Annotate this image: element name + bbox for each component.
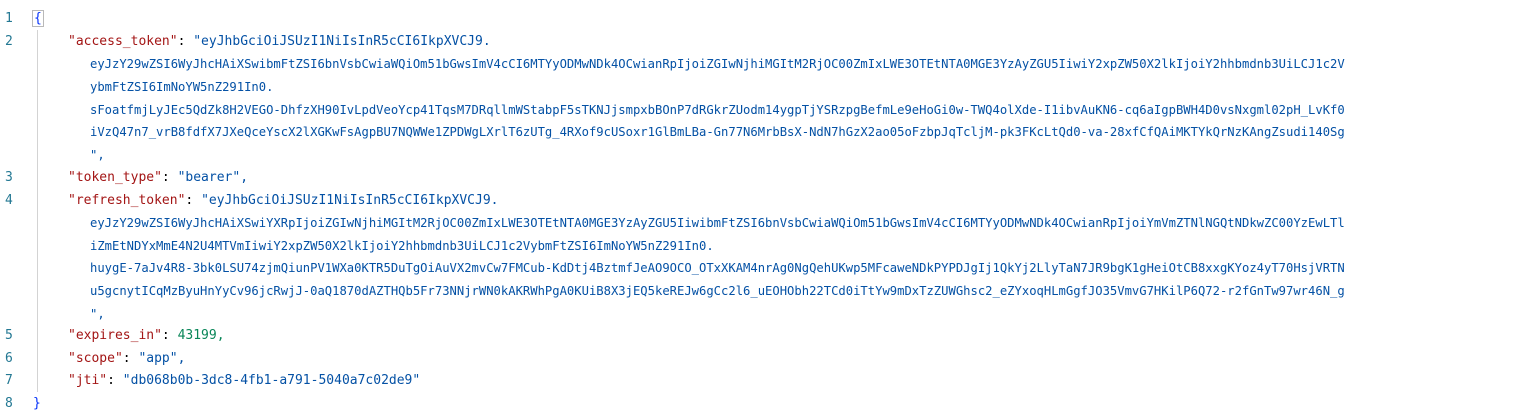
open-brace: { (32, 9, 44, 29)
json-value-continuation: iVzQ47n7_vrB8fdfX7JXeQceYscX2lXGKwFsAgpB… (90, 125, 1345, 139)
json-value: "eyJhbGciOiJSUzI1NiIsInR5cCI6IkpXVCJ9. (193, 34, 491, 49)
json-key: "scope" (68, 351, 123, 366)
json-entry-access-token: "access_token": "eyJhbGciOiJSUzI1NiIsInR… (68, 34, 491, 49)
json-value: 43199, (177, 328, 225, 343)
json-key: "jti" (68, 373, 108, 388)
json-entry-refresh-token: "refresh_token": "eyJhbGciOiJSUzI1NiIsIn… (68, 193, 499, 208)
json-value-continuation: iZmEtNDYxMmE4N2U4MTVmIiwiY2xpZW50X2lkIjo… (90, 239, 714, 253)
json-entry-token-type: "token_type": "bearer", (68, 170, 249, 185)
json-entry-scope: "scope": "app", (68, 351, 186, 366)
json-viewer: 1 2 3 4 5 6 7 8 { "access_token": "eyJhb… (0, 0, 1518, 420)
json-value-continuation: eyJzY29wZSI6WyJhcHAiXSwibmFtZSI6bnVsbCwi… (90, 57, 1345, 71)
indent-guide (37, 30, 38, 392)
json-entry-jti: "jti": "db068b0b-3dc8-4fb1-a791-5040a7c0… (68, 373, 421, 388)
open-brace-highlight: { (32, 10, 44, 27)
json-value-continuation: huygE-7aJv4R8-3bk0LSU74zjmQiunPV1WXa0KTR… (90, 261, 1345, 275)
json-key: "refresh_token" (68, 193, 186, 208)
json-value-continuation: ", (90, 148, 105, 162)
json-value: "db068b0b-3dc8-4fb1-a791-5040a7c02de9" (122, 373, 421, 388)
code-area[interactable]: { "access_token": "eyJhbGciOiJSUzI1NiIsI… (0, 0, 1518, 420)
json-value-continuation: ybmFtZSI6ImNoYW5nZ291In0. (90, 80, 274, 94)
json-value: "bearer", (177, 170, 249, 185)
json-value-continuation: eyJzY29wZSI6WyJhcHAiXSwiYXRpIjoiZGIwNjhi… (90, 216, 1345, 230)
json-key: "token_type" (68, 170, 162, 185)
json-value-continuation: sFoatfmjLyJEc5QdZk8H2VEGO-DhfzXH90IvLpdV… (90, 103, 1345, 117)
json-value: "eyJhbGciOiJSUzI1NiIsInR5cCI6IkpXVCJ9. (201, 193, 499, 208)
json-value-continuation: u5gcnytICqMzByuHnYyCv96jcRwjJ-0aQ1870dAZ… (90, 284, 1345, 298)
json-value-continuation: ", (90, 307, 105, 321)
json-value: "app", (138, 351, 186, 366)
json-key: "access_token" (68, 34, 178, 49)
close-brace: } (33, 396, 41, 411)
json-entry-expires-in: "expires_in": 43199, (68, 328, 225, 343)
json-key: "expires_in" (68, 328, 162, 343)
